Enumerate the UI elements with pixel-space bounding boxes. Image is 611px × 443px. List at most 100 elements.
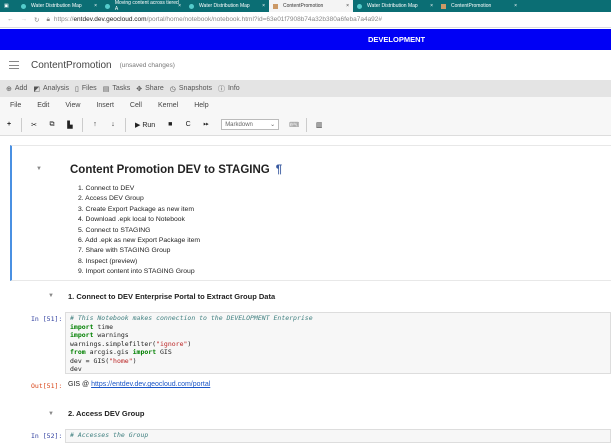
hamburger-menu-icon[interactable]: [9, 61, 19, 69]
browser-tab[interactable]: ContentPromotion ×: [437, 0, 521, 12]
tab-title: ContentPromotion: [451, 3, 492, 9]
code-line: import warnings: [70, 331, 129, 339]
list-item: 8. Inspect (preview): [78, 257, 138, 265]
clock-icon: ◷: [169, 85, 176, 93]
collapse-chevron-icon[interactable]: ▼: [48, 411, 54, 417]
list-item: 5. Connect to STAGING: [78, 226, 151, 234]
save-status: (unsaved changes): [119, 61, 175, 69]
cell-toolbar: + ✂ ⧉ ▙ ↑ ↓ ▶ Run ■ C ⏩︎ Markdown ⌄ ⌨ ▥: [0, 114, 611, 136]
info-button[interactable]: ⓘ Info: [218, 84, 240, 94]
globe-icon: [357, 3, 362, 9]
run-button[interactable]: ▶ Run: [135, 121, 155, 129]
code-line: dev = GIS("home"): [70, 356, 137, 365]
notebook-area: ▼ Content Promotion DEV to STAGING ¶ 1. C…: [0, 136, 611, 443]
portal-link[interactable]: https://entdev.dev.geocloud.com/portal: [91, 381, 210, 388]
section-heading: 2. Access DEV Group: [68, 409, 145, 418]
file-icon: ▯: [75, 85, 79, 93]
info-icon: ⓘ: [217, 85, 225, 93]
browser-tab-active[interactable]: ContentPromotion ×: [269, 0, 353, 12]
url-path: /portal/home/notebook/notebook.html?id=6…: [146, 16, 383, 23]
menu-insert[interactable]: Insert: [96, 102, 114, 109]
browser-tab[interactable]: Water Distribution Map ×: [17, 0, 101, 12]
url-host: entdev.dev.geocloud.com: [73, 16, 147, 23]
move-down-icon[interactable]: ↓: [104, 121, 122, 128]
banner-text: DEVELOPMENT: [368, 35, 426, 44]
menu-cell[interactable]: Cell: [130, 102, 142, 109]
analysis-button[interactable]: ◩ Analysis: [33, 85, 69, 93]
move-up-icon[interactable]: ↑: [86, 121, 104, 128]
output-prompt: Out[51]:: [31, 382, 63, 390]
menu-file[interactable]: File: [10, 102, 21, 109]
tab-title: Moving content across tiered A: [114, 0, 179, 12]
code-line: import time: [70, 322, 114, 331]
cell-type-select[interactable]: Markdown ⌄: [221, 119, 280, 130]
stop-icon[interactable]: ■: [161, 121, 179, 128]
input-prompt: In [51]:: [31, 315, 63, 323]
cell-output: GIS @ https://entdev.dev.geocloud.com/po…: [68, 381, 210, 388]
code-line: # Accesses the Group: [70, 431, 149, 439]
markdown-title: Content Promotion DEV to STAGING ¶: [70, 164, 282, 176]
close-icon[interactable]: ×: [94, 3, 97, 9]
list-item: 6. Add .epk as new Export Package item: [78, 237, 201, 245]
run-label: Run: [142, 121, 156, 129]
back-icon[interactable]: ←: [7, 16, 14, 23]
tab-title: Water Distribution Map: [31, 3, 82, 9]
close-icon[interactable]: ×: [346, 3, 349, 9]
cut-icon[interactable]: ✂: [25, 121, 43, 129]
fast-forward-icon[interactable]: ⏩︎: [197, 121, 215, 129]
section-heading: 1. Connect to DEV Enterprise Portal to E…: [68, 292, 276, 301]
markdown-cell[interactable]: ▼ Content Promotion DEV to STAGING ¶ 1. C…: [10, 145, 611, 281]
list-item: 4. Download .epk local to Notebook: [78, 216, 185, 224]
close-icon[interactable]: ×: [514, 3, 517, 9]
tab-title: Water Distribution Map: [199, 3, 250, 9]
tab-title: Water Distribution Map: [367, 3, 418, 9]
menu-kernel[interactable]: Kernel: [158, 102, 178, 109]
collapse-chevron-icon[interactable]: ▼: [36, 166, 42, 172]
reload-icon[interactable]: ↻: [34, 16, 39, 24]
tasks-icon: ▤: [102, 85, 110, 93]
close-icon[interactable]: ×: [178, 3, 181, 9]
list-item: 7. Share with STAGING Group: [78, 247, 171, 255]
notebook-toolbar: ⊕ Add ◩ Analysis ▯ Files ▤ Tasks ✥ Share ◷ Sna…: [0, 80, 611, 97]
tasks-button[interactable]: ▤ Tasks: [103, 85, 131, 93]
list-item: 2. Access DEV Group: [78, 195, 144, 203]
browser-tab-bar: ▣ Water Distribution Map × Moving content…: [0, 0, 611, 12]
code-cell[interactable]: # Accesses the Group: [65, 429, 611, 443]
menu-edit[interactable]: Edit: [37, 102, 49, 109]
globe-icon: [105, 3, 110, 9]
add-button[interactable]: ⊕ Add: [6, 85, 27, 93]
analysis-label: Analysis: [42, 85, 70, 92]
code-cell[interactable]: # This Notebook makes connection to the …: [65, 312, 611, 374]
code-line: from arcgis.gis import GIS: [70, 348, 172, 356]
cell-type-value: Markdown: [225, 121, 253, 128]
files-button[interactable]: ▯ Files: [75, 85, 97, 93]
restart-icon[interactable]: C: [179, 121, 197, 128]
browser-tab[interactable]: Moving content across tiered A ×: [101, 0, 185, 12]
list-item: 3. Create Export Package as new item: [78, 205, 194, 213]
paste-icon[interactable]: ▙: [61, 121, 79, 129]
url-input[interactable]: https://entdev.dev.geocloud.com/portal/h…: [54, 16, 382, 23]
anchor-link[interactable]: ¶: [276, 164, 282, 176]
close-icon[interactable]: ×: [430, 3, 433, 9]
menu-view[interactable]: View: [65, 102, 80, 109]
browser-tab[interactable]: Water Distribution Map ×: [353, 0, 437, 12]
share-button[interactable]: ✥ Share: [136, 85, 164, 93]
notebook-header: ContentPromotion (unsaved changes): [0, 50, 611, 80]
insert-cell-icon[interactable]: +: [0, 121, 18, 128]
close-icon[interactable]: ×: [262, 3, 265, 9]
copy-icon[interactable]: ⧉: [43, 121, 61, 129]
keyboard-icon[interactable]: ⌨: [285, 121, 303, 129]
snapshots-button[interactable]: ◷ Snapshots: [170, 85, 212, 93]
analysis-icon: ◩: [33, 85, 40, 93]
title-text: Content Promotion DEV to STAGING: [70, 164, 270, 176]
notebook-icon: [441, 3, 446, 9]
play-icon: ▶: [135, 121, 141, 129]
collapse-chevron-icon[interactable]: ▼: [48, 293, 54, 299]
menu-help[interactable]: Help: [194, 102, 208, 109]
tab-actions-icon[interactable]: ▣: [0, 0, 17, 12]
browser-tab[interactable]: Water Distribution Map ×: [185, 0, 269, 12]
globe-icon: [21, 3, 26, 9]
notebook-name[interactable]: ContentPromotion: [31, 60, 112, 71]
forward-icon[interactable]: →: [21, 16, 28, 23]
chart-icon[interactable]: ▥: [310, 121, 328, 129]
